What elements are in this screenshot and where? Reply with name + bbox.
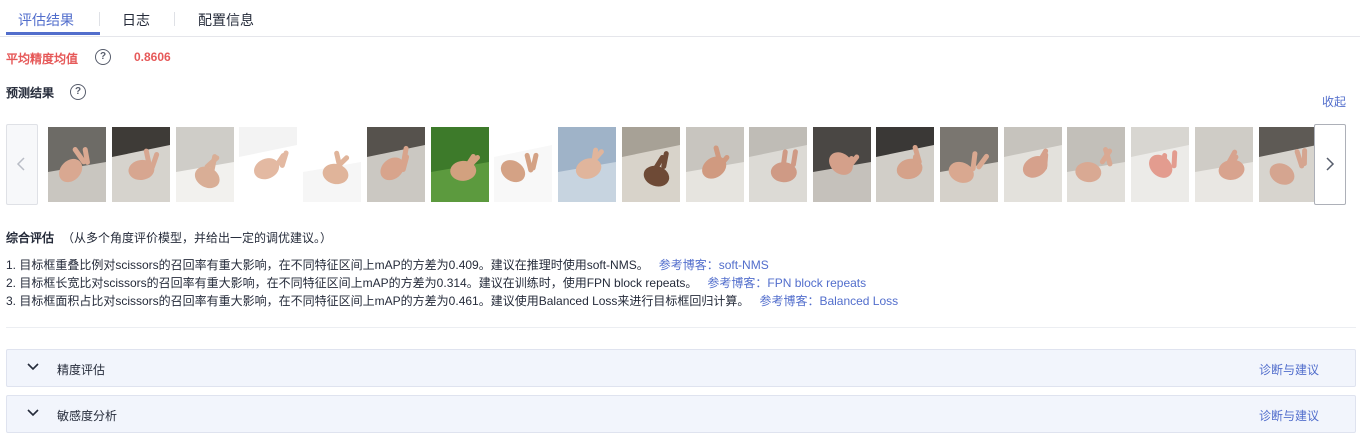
panel-title: 敏感度分析: [57, 409, 118, 423]
tab-bar: 评估结果 日志 配置信息: [0, 0, 1360, 37]
thumbnail-image[interactable]: [749, 127, 807, 202]
summary-item-text: 3. 目标框面积占比对scissors的召回率有重大影响，在不同特征区间上mAP…: [6, 294, 750, 308]
chevron-down-icon: [27, 409, 39, 417]
panel-title: 精度评估: [57, 363, 106, 377]
tab-divider: [99, 12, 100, 26]
summary-item: 1. 目标框重叠比例对scissors的召回率有重大影响，在不同特征区间上mAP…: [6, 256, 769, 273]
chevron-right-icon: [1326, 157, 1335, 171]
blog-link[interactable]: 参考博客：FPN block repeats: [707, 276, 866, 290]
prediction-gallery: [6, 124, 1346, 205]
diagnosis-link[interactable]: 诊断与建议: [1259, 361, 1319, 378]
thumbnail-image[interactable]: [558, 127, 616, 202]
map-label: 平均精度均值: [6, 52, 79, 66]
thumbnail-image[interactable]: [431, 127, 489, 202]
thumbnail-image[interactable]: [239, 127, 297, 202]
prediction-label: 预测结果: [6, 86, 55, 100]
thumbnail-image[interactable]: [622, 127, 680, 202]
thumbnail-image[interactable]: [813, 127, 871, 202]
thumbnail-image[interactable]: [112, 127, 170, 202]
diagnosis-link[interactable]: 诊断与建议: [1259, 407, 1319, 424]
summary-title: 综合评估: [6, 231, 55, 245]
chevron-left-icon: [16, 157, 25, 171]
summary-item: 2. 目标框长宽比对scissors的召回率有重大影响，在不同特征区间上mAP的…: [6, 274, 866, 291]
thumbnail-image[interactable]: [1004, 127, 1062, 202]
tab-evaluation-results[interactable]: 评估结果: [18, 10, 74, 30]
thumbnail-image[interactable]: [176, 127, 234, 202]
thumbnail-image[interactable]: [367, 127, 425, 202]
thumbnail-image[interactable]: [1195, 127, 1253, 202]
thumbnail-image[interactable]: [1067, 127, 1125, 202]
gallery-next-button[interactable]: [1314, 124, 1346, 205]
active-tab-indicator: [6, 32, 100, 35]
thumbnail-image[interactable]: [494, 127, 552, 202]
summary-heading: 综合评估 （从多个角度评价模型，并给出一定的调优建议。）: [6, 229, 332, 246]
thumbnail-image[interactable]: [940, 127, 998, 202]
tab-config-info[interactable]: 配置信息: [198, 10, 254, 30]
chevron-down-icon: [27, 363, 39, 371]
thumbnail-image[interactable]: [876, 127, 934, 202]
question-circle-icon[interactable]: ?: [70, 84, 86, 100]
thumbnail-image[interactable]: [303, 127, 361, 202]
summary-item: 3. 目标框面积占比对scissors的召回率有重大影响，在不同特征区间上mAP…: [6, 292, 898, 309]
summary-item-text: 2. 目标框长宽比对scissors的召回率有重大影响，在不同特征区间上mAP的…: [6, 276, 698, 290]
thumbnail-image[interactable]: [1259, 127, 1317, 202]
thumbnail-image[interactable]: [686, 127, 744, 202]
blog-link[interactable]: 参考博客：soft-NMS: [659, 258, 769, 272]
summary-item-text: 1. 目标框重叠比例对scissors的召回率有重大影响，在不同特征区间上mAP…: [6, 258, 649, 272]
collapse-link[interactable]: 收起: [1322, 93, 1346, 110]
thumbnail-image[interactable]: [48, 127, 106, 202]
panel-sensitivity-analysis[interactable]: 敏感度分析 诊断与建议: [6, 395, 1356, 433]
panel-precision-evaluation[interactable]: 精度评估 诊断与建议: [6, 349, 1356, 387]
thumbnail-image[interactable]: [1131, 127, 1189, 202]
tab-divider: [174, 12, 175, 26]
tab-logs[interactable]: 日志: [122, 10, 150, 30]
summary-subtitle: （从多个角度评价模型，并给出一定的调优建议。）: [62, 231, 333, 245]
section-divider: [6, 327, 1356, 328]
blog-link[interactable]: 参考博客：Balanced Loss: [759, 294, 898, 308]
gallery-prev-button[interactable]: [6, 124, 38, 205]
question-circle-icon[interactable]: ?: [95, 49, 111, 65]
map-value: 0.8606: [134, 50, 171, 64]
